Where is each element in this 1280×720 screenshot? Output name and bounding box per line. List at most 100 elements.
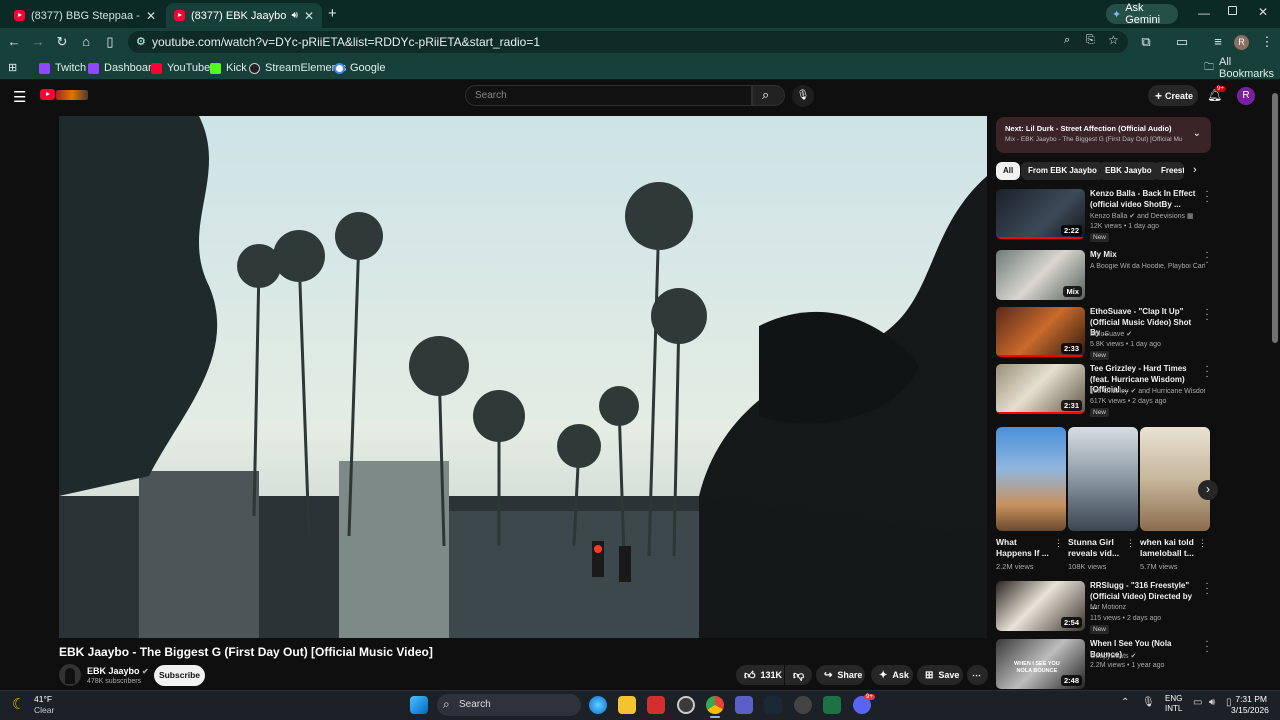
chips-next-chevron-icon[interactable]: ›	[1193, 164, 1197, 176]
taskbar-search-label: Search	[459, 699, 491, 710]
chip-freestyle[interactable]: Freest	[1154, 162, 1184, 180]
page-scrollbar[interactable]	[1270, 81, 1280, 690]
tab-search-icon[interactable]: ▭	[1174, 34, 1190, 50]
bookmark-kick[interactable]: Kick	[210, 61, 247, 75]
bookmark-streamelements[interactable]: StreamElements	[249, 61, 346, 75]
menu-kebab-icon[interactable]: ⋮	[1259, 34, 1275, 50]
search-input[interactable]: Search	[465, 85, 752, 106]
rec-title: My Mix	[1090, 250, 1117, 259]
scrollbar-thumb[interactable]	[1272, 93, 1278, 343]
weather-temp[interactable]: 41°F	[34, 694, 52, 704]
obs-icon[interactable]	[677, 696, 695, 714]
all-bookmarks-folder[interactable]: 🗀 All Bookmarks	[1204, 56, 1280, 80]
install-app-icon[interactable]: ⎘	[1086, 34, 1095, 47]
side-panel-icon[interactable]: ▯	[102, 34, 118, 50]
channel-name[interactable]: EBK Jaaybo ✔	[87, 666, 149, 676]
tab-title: (8377) EBK Jaaybo - The Big	[191, 9, 286, 22]
account-avatar[interactable]: R	[1237, 87, 1255, 105]
channel-avatar[interactable]	[59, 664, 81, 686]
search-button[interactable]: ⌕	[752, 85, 785, 106]
address-bar[interactable]: ⚙ youtube.com/watch?v=DYc-pRiiETA&list=R…	[128, 31, 1128, 53]
ask-gemini-label: Ask Gemini	[1125, 2, 1161, 26]
apps-grid-icon[interactable]: ⊞	[8, 61, 17, 74]
microphone-icon[interactable]: 🎙︎	[1142, 697, 1155, 708]
restore-icon[interactable]	[1228, 6, 1237, 15]
site-info-icon[interactable]: ⚙	[136, 35, 146, 48]
dislike-button[interactable]: 👎︎	[785, 665, 812, 685]
chrome-icon[interactable]	[706, 696, 724, 714]
rec-item[interactable]: 2:33 EthoSuave - "Clap It Up" (Official …	[996, 305, 1211, 360]
more-vertical-icon[interactable]: · · ·	[1203, 579, 1211, 599]
rec-item[interactable]: 2:22 Kenzo Balla - Back In Effect (offic…	[996, 187, 1211, 242]
profile-avatar[interactable]: R	[1234, 35, 1249, 50]
new-tab-icon[interactable]: +	[328, 5, 337, 22]
youtube-doodle-logo[interactable]	[56, 90, 88, 100]
acrobat-icon[interactable]	[647, 696, 665, 714]
zoom-icon[interactable]: ⌕	[1064, 34, 1070, 47]
up-next-panel[interactable]: Next: Lil Durk - Street Affection (Offic…	[996, 117, 1211, 153]
volume-icon[interactable]: 🔊︎	[1209, 697, 1215, 708]
voice-search-icon[interactable]: 🎙︎	[792, 85, 814, 107]
close-tab-icon[interactable]: ✕	[146, 9, 156, 23]
more-vertical-icon[interactable]: · · ·	[1203, 248, 1211, 268]
ask-gemini-button[interactable]: ✦ Ask Gemini	[1106, 2, 1178, 26]
tab-ebk-jaaybo[interactable]: (8377) EBK Jaaybo - The Big 🔊︎ ✕	[166, 3, 322, 28]
audio-playing-icon[interactable]: 🔊︎	[292, 10, 298, 21]
video-player[interactable]	[59, 116, 987, 638]
excel-icon[interactable]	[823, 696, 841, 714]
4k-downloader-icon[interactable]	[794, 696, 812, 714]
more-vertical-icon[interactable]: · · ·	[1203, 305, 1211, 325]
rec-item[interactable]: 2:54 RRSlugg - "316 Freestyle" (Official…	[996, 579, 1211, 634]
taskbar-search-box[interactable]: ⌕ Search	[437, 694, 581, 716]
language-indicator[interactable]: ENG INTL	[1165, 694, 1182, 714]
minimize-icon[interactable]: —	[1198, 6, 1210, 20]
bookmark-youtube[interactable]: YouTube	[151, 61, 210, 75]
chevron-down-icon[interactable]: ⌄	[1193, 128, 1201, 139]
bookmark-google[interactable]: Google	[334, 61, 385, 75]
media-controls-icon[interactable]: ≡	[1210, 34, 1226, 50]
shorts-next-chevron-icon[interactable]: ›	[1198, 480, 1218, 500]
home-icon[interactable]: ⌂	[78, 34, 94, 50]
extensions-icon[interactable]: ⧉	[1138, 34, 1154, 50]
bookmark-star-icon[interactable]: ☆	[1108, 33, 1119, 47]
rec-item[interactable]: WHEN I SEE YOU NOLA BOUNCE 2:48 When I Se…	[996, 637, 1211, 689]
clock[interactable]: 7:31 PM 3/15/2026	[1231, 694, 1269, 716]
steam-icon[interactable]	[764, 696, 782, 714]
more-vertical-icon[interactable]: ⋮	[1054, 538, 1063, 549]
bookmark-dashboard[interactable]: Dashboard	[88, 61, 158, 75]
reload-icon[interactable]: ↻	[54, 34, 70, 50]
close-tab-icon[interactable]: ✕	[304, 9, 314, 23]
tab-bbg-steppaa[interactable]: (8377) BBG Steppaa - God's Wi ✕	[6, 3, 164, 28]
rec-item[interactable]: Mix My Mix A Boogie Wit da Hoodie, Playb…	[996, 248, 1211, 302]
like-button[interactable]: 👍︎ 131K	[736, 665, 784, 685]
create-label: Create	[1165, 90, 1194, 101]
rec-item[interactable]: 2:31 Tee Grizzley - Hard Times (feat. Hu…	[996, 362, 1211, 417]
ask-button[interactable]: ✦ Ask	[871, 665, 913, 685]
start-windows-icon[interactable]	[410, 696, 428, 714]
share-button[interactable]: ↪ Share	[816, 665, 865, 685]
more-vertical-icon[interactable]: · · ·	[1203, 362, 1211, 382]
more-vertical-icon[interactable]: ⋮	[1198, 538, 1207, 549]
more-vertical-icon[interactable]: ⋮	[1126, 538, 1135, 549]
save-button[interactable]: ⊞ Save	[917, 665, 963, 685]
weather-moon-icon[interactable]: ☾	[12, 695, 25, 713]
youtube-logo[interactable]	[40, 89, 55, 100]
tray-chevron-icon[interactable]: ⌃	[1121, 697, 1129, 708]
close-window-icon[interactable]: ✕	[1258, 5, 1268, 19]
guide-menu-icon[interactable]: ☰	[13, 88, 26, 106]
chip-from-ebk-jaaybo[interactable]: From EBK Jaaybo	[1021, 162, 1104, 180]
edge-icon[interactable]	[589, 696, 607, 714]
more-vertical-icon[interactable]: · · ·	[1203, 187, 1211, 207]
chip-all[interactable]: All	[996, 162, 1021, 180]
more-vertical-icon[interactable]: · · ·	[1203, 637, 1211, 657]
app-icon[interactable]	[735, 696, 753, 714]
subscribe-button[interactable]: Subscribe	[154, 665, 205, 686]
network-icon[interactable]: ▭	[1193, 697, 1202, 708]
bookmark-twitch[interactable]: Twitch	[39, 61, 86, 75]
more-actions-button[interactable]: ⋯	[967, 665, 988, 685]
chip-ebk-jaaybo[interactable]: EBK Jaaybo	[1098, 162, 1159, 180]
file-explorer-icon[interactable]	[618, 696, 636, 714]
back-icon[interactable]: ←	[6, 34, 22, 50]
create-button[interactable]: + Create	[1148, 85, 1198, 106]
forward-icon[interactable]: →	[30, 34, 46, 50]
